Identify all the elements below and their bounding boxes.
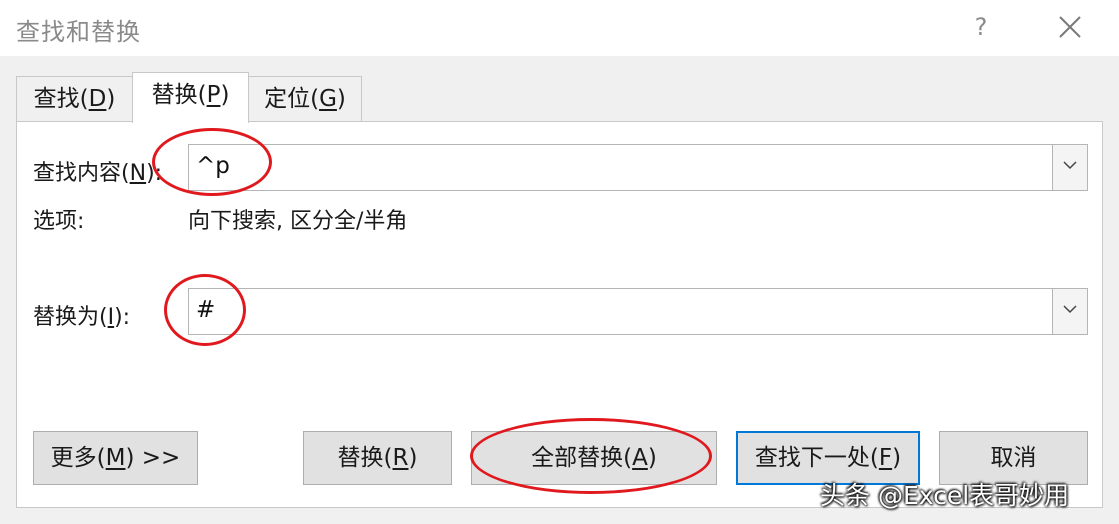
replace-panel: 查找内容(N): ^p 选项: 向下搜索, 区分全/半角 替换为(I): # 更… (16, 121, 1103, 508)
replace-all-button[interactable]: 全部替换(A) (471, 431, 717, 485)
options-label: 选项: (33, 209, 85, 234)
title-bar: 查找和替换 ? (0, 0, 1119, 56)
replace-with-dropdown-button[interactable] (1052, 289, 1087, 334)
close-button[interactable] (1050, 8, 1090, 46)
tab-replace[interactable]: 替换(P) (132, 72, 249, 123)
help-button[interactable]: ? (966, 8, 996, 46)
replace-with-input[interactable]: # (196, 297, 215, 323)
find-what-dropdown-button[interactable] (1052, 145, 1087, 190)
replace-with-label: 替换为(I): (33, 305, 131, 330)
find-what-input[interactable]: ^p (196, 153, 230, 179)
tab-find[interactable]: 查找(D) (16, 76, 133, 122)
replace-button[interactable]: 替换(R) (303, 431, 452, 485)
find-what-combobox[interactable]: ^p (188, 144, 1088, 191)
tab-goto[interactable]: 定位(G) (248, 76, 362, 122)
find-what-label: 查找内容(N): (33, 161, 163, 186)
replace-with-combobox[interactable]: # (188, 288, 1088, 335)
more-button[interactable]: 更多(M) >> (33, 431, 198, 485)
chevron-down-icon (1063, 161, 1077, 170)
options-value: 向下搜索, 区分全/半角 (188, 209, 408, 234)
dialog-title: 查找和替换 (16, 18, 141, 46)
chevron-down-icon (1063, 305, 1077, 314)
close-icon (1059, 16, 1081, 38)
watermark: 头条 @Excel表哥妙用 (820, 481, 1070, 510)
